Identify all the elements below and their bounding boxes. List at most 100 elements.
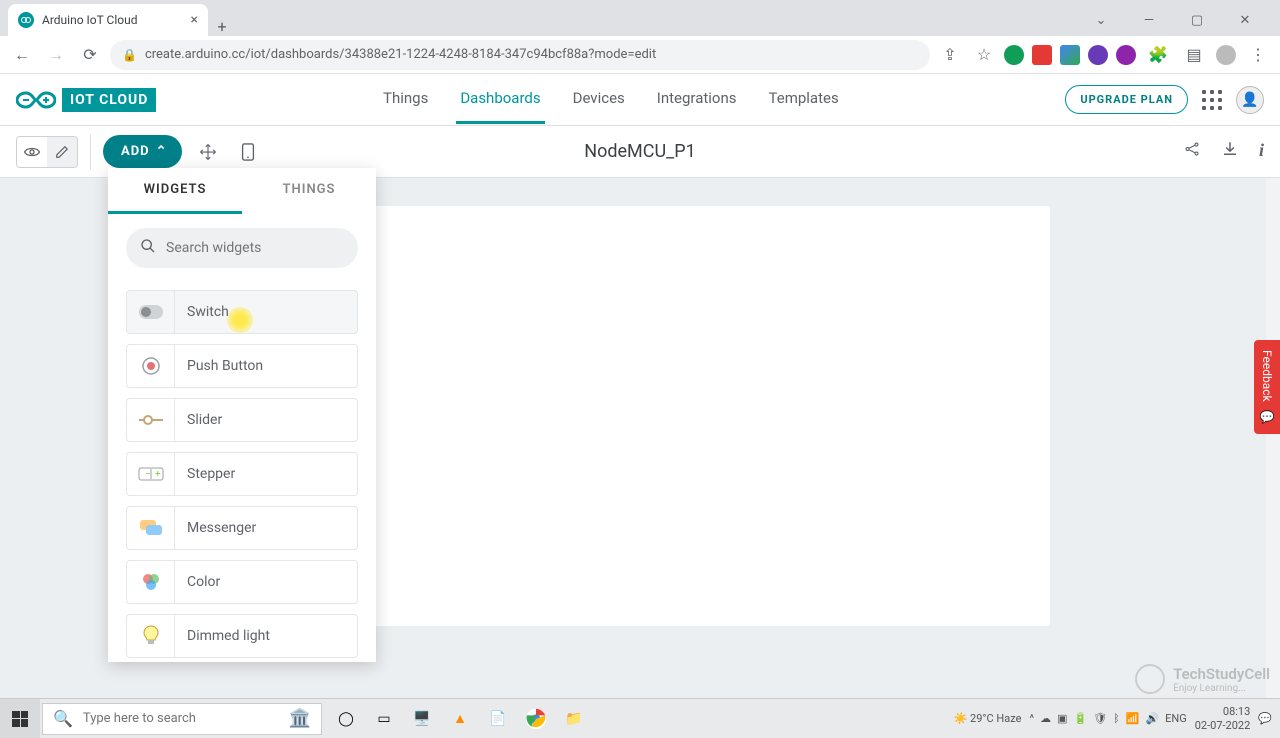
widget-item-dimmed-light[interactable]: Dimmed light: [126, 614, 358, 658]
user-avatar[interactable]: 👤: [1236, 86, 1264, 114]
tray-battery-icon[interactable]: 🔋: [1073, 712, 1087, 725]
apps-grid-icon[interactable]: [1202, 90, 1222, 110]
upgrade-plan-button[interactable]: UPGRADE PLAN: [1065, 85, 1188, 114]
share-icon[interactable]: [1183, 140, 1201, 163]
widget-item-push-button[interactable]: Push Button: [126, 344, 358, 388]
chrome-icon[interactable]: [522, 705, 550, 733]
app-logo[interactable]: IOT CLOUD: [16, 88, 156, 112]
folder-icon[interactable]: 📁: [560, 705, 588, 733]
window-controls: ⌄ — ▢ ✕: [1086, 4, 1272, 36]
widget-label: Dimmed light: [175, 628, 270, 644]
move-tool-icon[interactable]: [194, 138, 222, 166]
tab-things[interactable]: THINGS: [242, 168, 376, 214]
nav-dashboards[interactable]: Dashboards: [456, 75, 544, 124]
reading-list-icon[interactable]: ▤: [1180, 41, 1208, 69]
maximize-button[interactable]: ▢: [1182, 13, 1212, 28]
extension-icon[interactable]: [1088, 45, 1108, 65]
tray-chevron-icon[interactable]: ^: [1029, 712, 1034, 725]
nav-things[interactable]: Things: [379, 75, 432, 124]
main-nav: Things Dashboards Devices Integrations T…: [379, 75, 843, 124]
profile-avatar-icon[interactable]: [1216, 45, 1236, 65]
dimmed-light-icon: [127, 615, 175, 657]
tray-onedrive-icon[interactable]: ☁: [1040, 712, 1051, 725]
color-icon: [127, 561, 175, 603]
widget-item-slider[interactable]: Slider: [126, 398, 358, 442]
divider: [90, 134, 91, 170]
tray-wifi-icon[interactable]: 📶: [1126, 712, 1140, 725]
tab-widgets[interactable]: WIDGETS: [108, 168, 242, 214]
nav-devices[interactable]: Devices: [569, 75, 629, 124]
nav-templates[interactable]: Templates: [765, 75, 843, 124]
widget-search-input[interactable]: [166, 240, 344, 256]
search-accent-icon: 🏛️: [289, 708, 311, 729]
bookmark-star-icon[interactable]: ☆: [970, 41, 998, 69]
start-button[interactable]: [0, 699, 40, 738]
add-button[interactable]: ADD ⌃: [103, 135, 182, 168]
minimize-button[interactable]: —: [1134, 13, 1164, 28]
widget-label: Slider: [175, 412, 222, 428]
widget-list[interactable]: Switch Push Button Slider −+ Stepper: [108, 282, 376, 662]
clock-date: 02-07-2022: [1195, 719, 1251, 732]
extension-icon[interactable]: [1060, 45, 1080, 65]
view-edit-toggle: [16, 136, 78, 168]
menu-dots-icon[interactable]: ⋮: [1244, 41, 1272, 69]
forward-button[interactable]: →: [42, 41, 70, 69]
feedback-label: Feedback: [1260, 350, 1274, 402]
url-field[interactable]: 🔒 create.arduino.cc/iot/dashboards/34388…: [110, 40, 930, 70]
widget-item-switch[interactable]: Switch: [126, 290, 358, 334]
info-icon[interactable]: i: [1259, 140, 1264, 163]
task-view-icon[interactable]: ▭: [370, 705, 398, 733]
watermark-tagline: Enjoy Learning...: [1173, 683, 1270, 694]
weather-widget[interactable]: ☀️ 29°C Haze: [954, 712, 1022, 725]
edit-mode-button[interactable]: [47, 137, 77, 167]
tray-meet-icon[interactable]: ▣: [1057, 712, 1067, 725]
close-tab-icon[interactable]: ×: [191, 12, 198, 28]
address-bar: ← → ⟳ 🔒 create.arduino.cc/iot/dashboards…: [0, 36, 1280, 74]
svg-text:−: −: [145, 469, 151, 480]
feedback-tab[interactable]: Feedback 💬: [1254, 340, 1280, 434]
widget-search[interactable]: [126, 228, 358, 268]
tray-language-icon[interactable]: ENG: [1165, 712, 1187, 725]
extension-icon[interactable]: [1032, 45, 1052, 65]
widget-item-stepper[interactable]: −+ Stepper: [126, 452, 358, 496]
back-button[interactable]: ←: [8, 41, 36, 69]
share-url-icon[interactable]: ⇪: [936, 41, 964, 69]
tray-icons: ^ ☁ ▣ 🔋 🛡 ᛒ 📶 🔊 ENG: [1029, 712, 1186, 725]
extension-icon[interactable]: [1004, 45, 1024, 65]
tray-security-icon[interactable]: 🛡: [1093, 712, 1107, 725]
vlc-icon[interactable]: ▲: [446, 705, 474, 733]
dashboard-title[interactable]: NodeMCU_P1: [584, 141, 696, 162]
chevron-down-icon[interactable]: ⌄: [1086, 13, 1116, 28]
widget-item-messenger[interactable]: Messenger: [126, 506, 358, 550]
widget-label: Messenger: [175, 520, 256, 536]
lock-icon: 🔒: [122, 48, 137, 62]
browser-tab[interactable]: Arduino IoT Cloud ×: [8, 4, 208, 36]
widget-item-color[interactable]: Color: [126, 560, 358, 604]
device-preview-icon[interactable]: [234, 138, 262, 166]
view-mode-button[interactable]: [17, 137, 47, 167]
reload-button[interactable]: ⟳: [76, 41, 104, 69]
tray-bluetooth-icon[interactable]: ᛒ: [1113, 712, 1120, 725]
push-button-icon: [127, 345, 175, 387]
tray-volume-icon[interactable]: 🔊: [1145, 712, 1159, 725]
taskbar-search[interactable]: 🔍 🏛️: [42, 703, 322, 735]
download-icon[interactable]: [1221, 140, 1239, 163]
file-explorer-icon[interactable]: 🖥️: [408, 705, 436, 733]
scrollbar-thumb[interactable]: [1266, 178, 1280, 698]
taskbar-clock[interactable]: 08:13 02-07-2022: [1195, 705, 1251, 731]
extension-icon[interactable]: [1116, 45, 1136, 65]
cortana-icon[interactable]: ◯: [332, 705, 360, 733]
search-icon: 🔍: [53, 709, 73, 728]
nav-integrations[interactable]: Integrations: [653, 75, 741, 124]
new-tab-button[interactable]: +: [208, 17, 236, 36]
taskbar-search-input[interactable]: [83, 711, 279, 726]
arduino-infinity-icon: [16, 89, 56, 111]
logo-text: IOT CLOUD: [62, 88, 156, 112]
notifications-icon[interactable]: 💬: [1258, 712, 1272, 725]
page-scrollbar[interactable]: [1266, 178, 1280, 698]
extensions-puzzle-icon[interactable]: 🧩: [1144, 41, 1172, 69]
notepad-icon[interactable]: 📄: [484, 705, 512, 733]
arduino-favicon: [18, 12, 34, 28]
browser-chrome: Arduino IoT Cloud × + ⌄ — ▢ ✕ ← → ⟳ 🔒 cr…: [0, 0, 1280, 74]
close-window-button[interactable]: ✕: [1230, 13, 1260, 28]
